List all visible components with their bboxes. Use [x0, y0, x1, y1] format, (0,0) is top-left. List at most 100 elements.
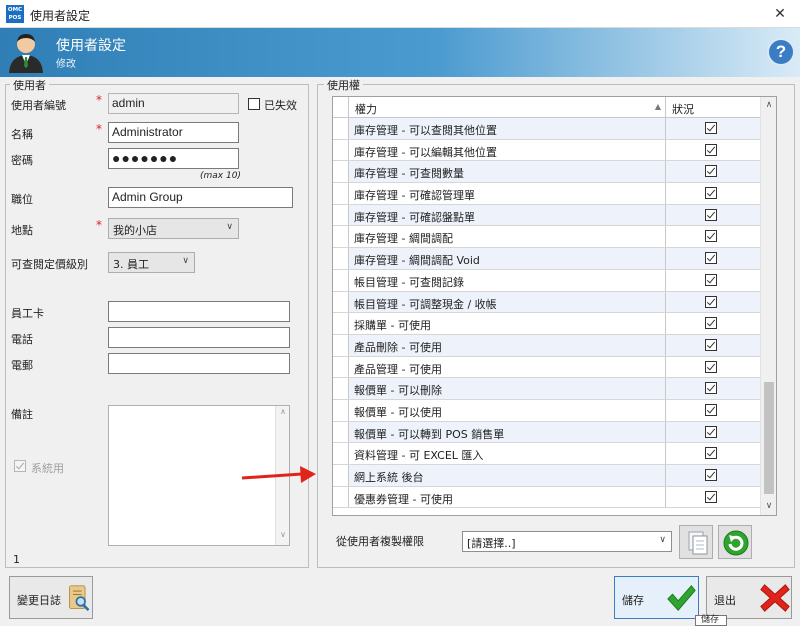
table-row[interactable]: 帳目管理 - 可調整現金 / 收帳 — [333, 291, 762, 314]
required-mark: * — [96, 218, 102, 232]
row-selector[interactable] — [333, 465, 349, 486]
copy-documents-icon — [688, 531, 708, 555]
table-row[interactable]: 網上系統 後台 — [333, 465, 762, 487]
row-selector[interactable] — [333, 139, 349, 161]
table-row[interactable]: 報價單 - 可以刪除 — [333, 378, 762, 400]
row-selector[interactable] — [333, 443, 349, 464]
status-checkbox[interactable] — [705, 469, 717, 481]
location-select[interactable]: 我的小店 ∨ — [108, 218, 239, 239]
status-checkbox[interactable] — [705, 490, 717, 503]
status-checkbox[interactable] — [705, 273, 717, 286]
status-cell — [666, 487, 762, 508]
name-label: 名稱 — [11, 128, 33, 141]
row-selector[interactable] — [333, 226, 349, 248]
table-row[interactable]: 庫存管理 - 可以查閱其他位置 — [333, 118, 762, 140]
password-hint: (max 10) — [200, 171, 241, 181]
scroll-down-icon[interactable]: ∨ — [761, 498, 776, 515]
check-icon — [706, 209, 716, 219]
table-row[interactable]: 資料管理 - 可 EXCEL 匯入 — [333, 443, 762, 465]
table-row[interactable]: 產品管理 - 可使用 — [333, 356, 762, 379]
row-selector[interactable] — [333, 269, 349, 291]
status-checkbox[interactable] — [705, 360, 717, 373]
location-label: 地點 — [11, 224, 33, 237]
copy-user-select[interactable]: [請選擇..] ∨ — [462, 531, 672, 552]
table-row[interactable]: 帳目管理 - 可查閱記錄 — [333, 269, 762, 292]
column-header-permission[interactable]: 權力 ▲ — [349, 97, 666, 118]
permissions-table: 權力 ▲ 狀況 庫存管理 - 可以查閱其他位置 庫存管理 - 可以編輯其他位置 庫存… — [332, 96, 777, 516]
price-level-select[interactable]: 3. 員工 ∨ — [108, 252, 195, 273]
table-row[interactable]: 庫存管理 - 可確認管理單 — [333, 183, 762, 205]
row-selector[interactable] — [333, 291, 349, 313]
table-row[interactable]: 庫存管理 - 可確認盤點單 — [333, 204, 762, 227]
status-checkbox[interactable] — [705, 382, 717, 395]
table-row[interactable]: 採購單 - 可使用 — [333, 313, 762, 335]
row-selector[interactable] — [333, 334, 349, 356]
status-checkbox[interactable] — [705, 338, 717, 351]
status-checkbox[interactable] — [705, 317, 717, 330]
status-checkbox[interactable] — [705, 122, 717, 134]
status-checkbox[interactable] — [705, 208, 717, 221]
row-selector[interactable] — [333, 399, 349, 421]
save-tooltip: 儲存 — [695, 615, 727, 626]
status-checkbox[interactable] — [705, 187, 717, 200]
scrollbar-thumb[interactable] — [764, 382, 774, 494]
row-selector[interactable] — [333, 486, 349, 508]
table-row[interactable]: 產品刪除 - 可使用 — [333, 334, 762, 357]
changelog-button[interactable]: 變更日誌 — [9, 576, 93, 619]
column-header-status[interactable]: 狀況 — [666, 97, 762, 118]
table-row[interactable]: 庫存管理 - 綢間調配 — [333, 226, 762, 249]
status-checkbox[interactable] — [705, 143, 717, 156]
row-selector[interactable] — [333, 421, 349, 443]
exit-button[interactable]: 退出 — [706, 576, 792, 619]
password-field[interactable]: ●●●●●●● — [108, 148, 239, 169]
user-group-label: 使用者 — [10, 77, 49, 93]
status-checkbox[interactable] — [705, 447, 717, 460]
check-icon — [706, 339, 716, 349]
user-id-field[interactable]: admin — [108, 93, 239, 114]
position-field[interactable]: Admin Group — [108, 187, 293, 208]
scroll-down-icon[interactable]: ∨ — [276, 530, 290, 544]
status-checkbox[interactable] — [705, 165, 717, 178]
email-field[interactable] — [108, 353, 290, 374]
status-checkbox[interactable] — [705, 252, 717, 265]
system-checkbox[interactable] — [14, 460, 26, 472]
status-checkbox[interactable] — [705, 295, 717, 308]
table-row[interactable]: 報價單 - 可以使用 — [333, 399, 762, 422]
row-selector[interactable] — [333, 118, 349, 139]
refresh-button[interactable] — [718, 525, 752, 559]
help-icon[interactable]: ? — [767, 38, 795, 66]
row-selector[interactable] — [333, 378, 349, 399]
name-field[interactable]: Administrator — [108, 122, 239, 143]
permission-name: 採購單 - 可使用 — [349, 313, 666, 334]
status-checkbox[interactable] — [705, 230, 717, 243]
phone-field[interactable] — [108, 327, 290, 348]
remarks-label: 備註 — [11, 408, 33, 421]
table-row[interactable]: 庫存管理 - 可以編輯其他位置 — [333, 139, 762, 162]
table-scrollbar[interactable]: ∧ ∨ — [760, 97, 776, 515]
disabled-checkbox[interactable] — [248, 98, 260, 110]
table-row[interactable]: 庫存管理 - 可查閱數量 — [333, 161, 762, 184]
save-button[interactable]: 儲存 — [614, 576, 699, 619]
scroll-up-icon[interactable]: ∧ — [276, 407, 290, 421]
table-row[interactable]: 報價單 - 可以轉到 POS 銷售單 — [333, 421, 762, 444]
status-cell — [666, 248, 762, 269]
scroll-up-icon[interactable]: ∧ — [761, 97, 776, 114]
app-logo-icon: OMC POS — [6, 5, 24, 23]
table-row[interactable]: 庫存管理 - 綢間調配 Void — [333, 248, 762, 270]
chevron-down-icon: ∨ — [659, 535, 666, 545]
row-selector[interactable] — [333, 313, 349, 334]
row-selector[interactable] — [333, 356, 349, 378]
permission-name: 庫存管理 - 綢間調配 — [349, 226, 666, 248]
staff-card-field[interactable] — [108, 301, 290, 322]
close-icon[interactable]: ✕ — [760, 0, 800, 28]
copy-button[interactable] — [679, 525, 713, 559]
permission-name: 產品刪除 - 可使用 — [349, 334, 666, 356]
table-row[interactable]: 優惠券管理 - 可使用 — [333, 486, 762, 509]
row-selector[interactable] — [333, 161, 349, 183]
status-checkbox[interactable] — [705, 403, 717, 416]
check-icon — [706, 361, 716, 370]
row-selector[interactable] — [333, 248, 349, 269]
row-selector[interactable] — [333, 204, 349, 226]
row-selector[interactable] — [333, 183, 349, 204]
status-checkbox[interactable] — [705, 425, 717, 438]
